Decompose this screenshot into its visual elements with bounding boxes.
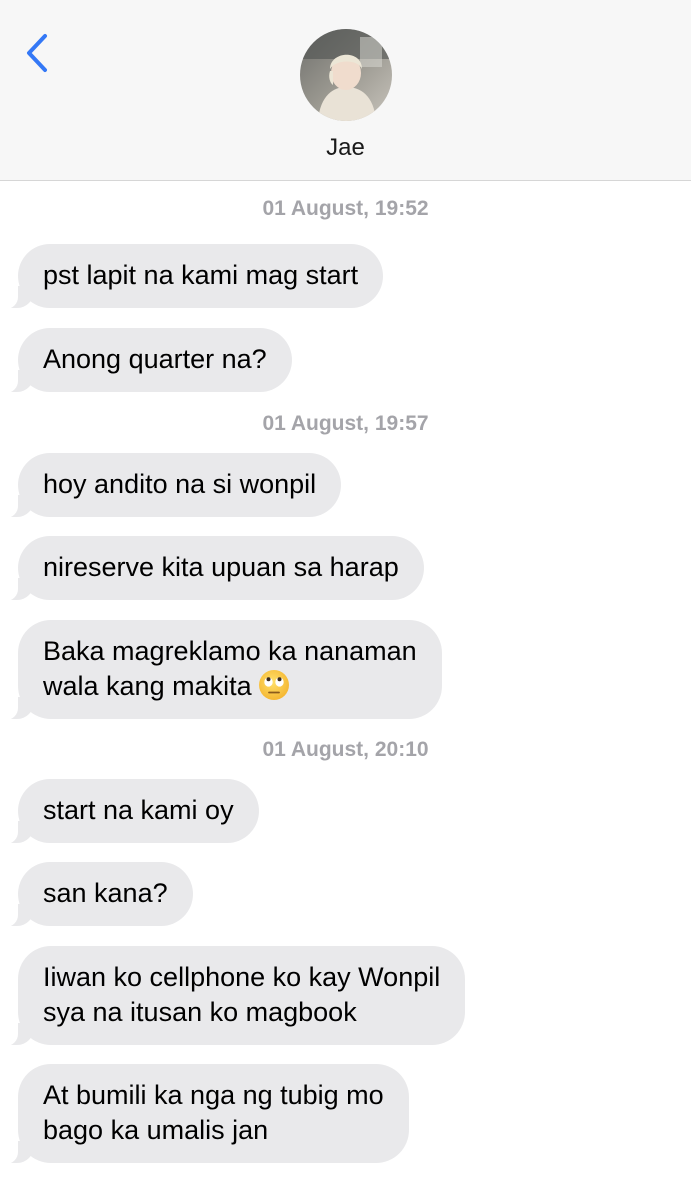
chevron-left-icon xyxy=(27,34,47,72)
message-text: hoy andito na si wonpil xyxy=(43,469,317,499)
avatar[interactable] xyxy=(300,29,392,121)
message-bubble[interactable]: nireserve kita upuan sa harap xyxy=(4,536,424,601)
message-text: sya na itusan ko magbook xyxy=(43,997,357,1027)
imessage-screen: Jae 01 August, 19:52 pst lapit na kami m… xyxy=(0,0,691,1200)
message-bubble[interactable]: Anong quarter na? xyxy=(4,328,292,393)
message-text: Anong quarter na? xyxy=(43,344,267,374)
message-text-line-2: wala kang makita xyxy=(43,669,417,704)
message-text: At bumili ka nga ng tubig mo xyxy=(43,1080,384,1110)
message-text: nireserve kita upuan sa harap xyxy=(43,552,399,582)
message-text: Iiwan ko cellphone ko kay Wonpil xyxy=(43,962,441,992)
message-bubble[interactable]: At bumili ka nga ng tubig mo bago ka uma… xyxy=(4,1064,409,1164)
conversation-header: Jae xyxy=(0,0,691,181)
message-bubble[interactable]: hoy andito na si wonpil xyxy=(3,453,342,518)
message-text: san kana? xyxy=(43,878,168,908)
timestamp: 01 August, 19:52 xyxy=(262,197,429,220)
message-bubble[interactable]: start na kami oy xyxy=(4,779,259,844)
message-text: bago ka umalis jan xyxy=(43,1115,269,1145)
face-with-rolling-eyes-icon xyxy=(258,670,289,700)
message-bubble[interactable]: san kana? xyxy=(4,862,193,927)
message-bubble[interactable]: pst lapit na kami mag start xyxy=(3,244,384,309)
timestamp: 01 August, 20:10 xyxy=(262,738,429,761)
contact-name[interactable]: Jae xyxy=(0,134,691,162)
contact-photo xyxy=(300,29,392,121)
message-text: wala kang makita xyxy=(43,671,252,701)
message-bubble[interactable]: Baka magreklamo ka nanaman wala kang mak… xyxy=(4,620,442,720)
message-bubble[interactable]: Iiwan ko cellphone ko kay Wonpil sya na … xyxy=(3,946,466,1046)
timestamp: 01 August, 19:57 xyxy=(262,412,429,435)
back-button[interactable] xyxy=(18,30,58,76)
message-text: Baka magreklamo ka nanaman xyxy=(43,636,417,666)
message-text: start na kami oy xyxy=(43,795,234,825)
message-text: pst lapit na kami mag start xyxy=(43,260,359,290)
